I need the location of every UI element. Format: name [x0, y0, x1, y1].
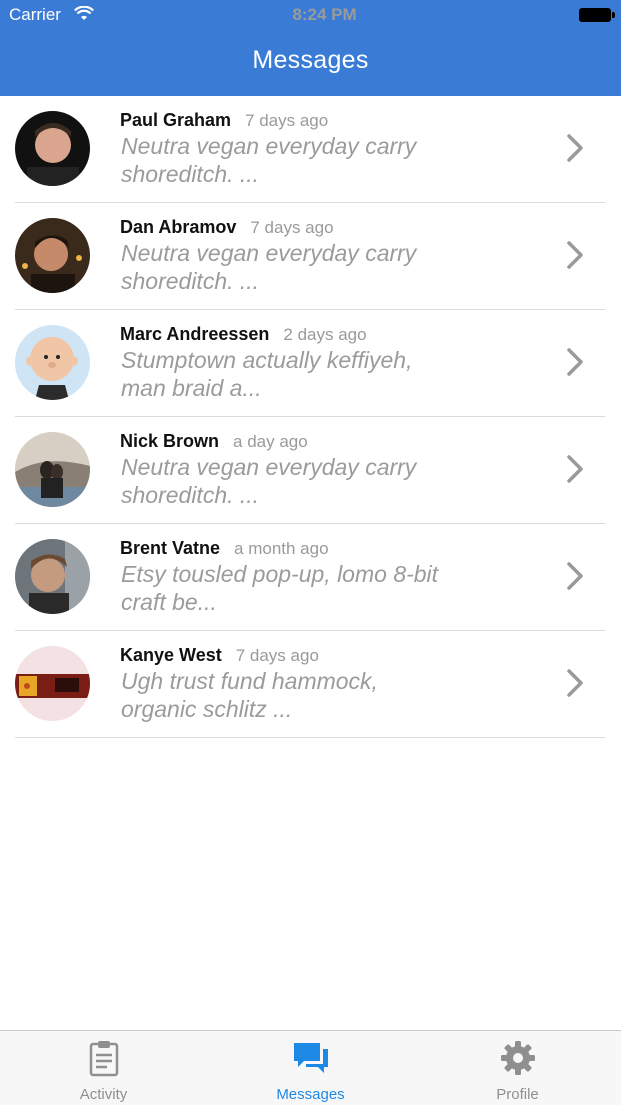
tab-messages[interactable]: Messages [207, 1031, 414, 1105]
message-row[interactable]: Paul Graham 7 days ago Neutra vegan every… [15, 96, 605, 203]
tab-bar: Activity Messages Profile [0, 1030, 621, 1105]
sender-name: Brent Vatne a month ago [120, 538, 329, 558]
message-list: Paul Graham 7 days ago Neutra vegan every… [0, 96, 621, 738]
avatar [15, 646, 90, 721]
message-time: 7 days ago [235, 646, 319, 665]
message-time: a month ago [234, 539, 329, 558]
battery-icon [579, 8, 615, 22]
sender-name: Kanye West 7 days ago [120, 645, 319, 665]
chevron-right-icon [567, 241, 583, 269]
message-time: 7 days ago [250, 218, 334, 237]
tab-activity[interactable]: Activity [0, 1031, 207, 1105]
message-preview: Neutra vegan everyday carry shoreditch. … [121, 240, 417, 294]
page-title: Messages [252, 46, 369, 74]
sender-name: Nick Brown a day ago [120, 431, 308, 451]
message-preview: Etsy tousled pop-up, lomo 8-bit craft be… [121, 561, 439, 615]
avatar [15, 539, 90, 614]
chevron-right-icon [567, 669, 583, 697]
chat-bubbles-icon [294, 1043, 328, 1073]
sender-name: Marc Andreessen 2 days ago [120, 324, 367, 344]
message-preview: Ugh trust fund hammock, organic schlitz … [121, 668, 378, 722]
sender-name: Paul Graham 7 days ago [120, 110, 329, 130]
chevron-right-icon [567, 562, 583, 590]
clock: 8:24 PM [292, 5, 357, 24]
tab-label: Activity [79, 1086, 128, 1103]
header-bar: Carrier 8:24 PM Messages [0, 0, 621, 96]
message-time: 2 days ago [283, 325, 367, 344]
message-row[interactable]: Nick Brown a day ago Neutra vegan everyda… [15, 417, 605, 524]
status-bar: Carrier 8:24 PM [0, 0, 621, 32]
message-row[interactable]: Dan Abramov 7 days ago Neutra vegan every… [15, 203, 605, 310]
tab-label: Profile [496, 1086, 539, 1103]
message-time: 7 days ago [245, 111, 329, 130]
message-row[interactable]: Kanye West 7 days ago Ugh trust fund hamm… [15, 631, 605, 738]
chevron-right-icon [567, 134, 583, 162]
message-preview: Neutra vegan everyday carry shoreditch. … [121, 133, 417, 187]
sender-name: Dan Abramov 7 days ago [120, 217, 334, 237]
avatar [15, 111, 90, 186]
message-time: a day ago [233, 432, 308, 451]
message-preview: Neutra vegan everyday carry shoreditch. … [121, 454, 417, 508]
avatar [15, 432, 90, 507]
tab-profile[interactable]: Profile [414, 1031, 621, 1105]
message-row[interactable]: Marc Andreessen 2 days ago Stumptown actu… [15, 310, 605, 417]
clipboard-icon [89, 1041, 119, 1077]
chevron-right-icon [567, 348, 583, 376]
tab-label: Messages [276, 1086, 345, 1103]
message-row[interactable]: Brent Vatne a month ago Etsy tousled pop-… [15, 524, 605, 631]
avatar [15, 218, 90, 293]
avatar [15, 325, 90, 400]
gear-icon [501, 1041, 535, 1075]
chevron-right-icon [567, 455, 583, 483]
message-preview: Stumptown actually keffiyeh, man braid a… [121, 347, 413, 401]
